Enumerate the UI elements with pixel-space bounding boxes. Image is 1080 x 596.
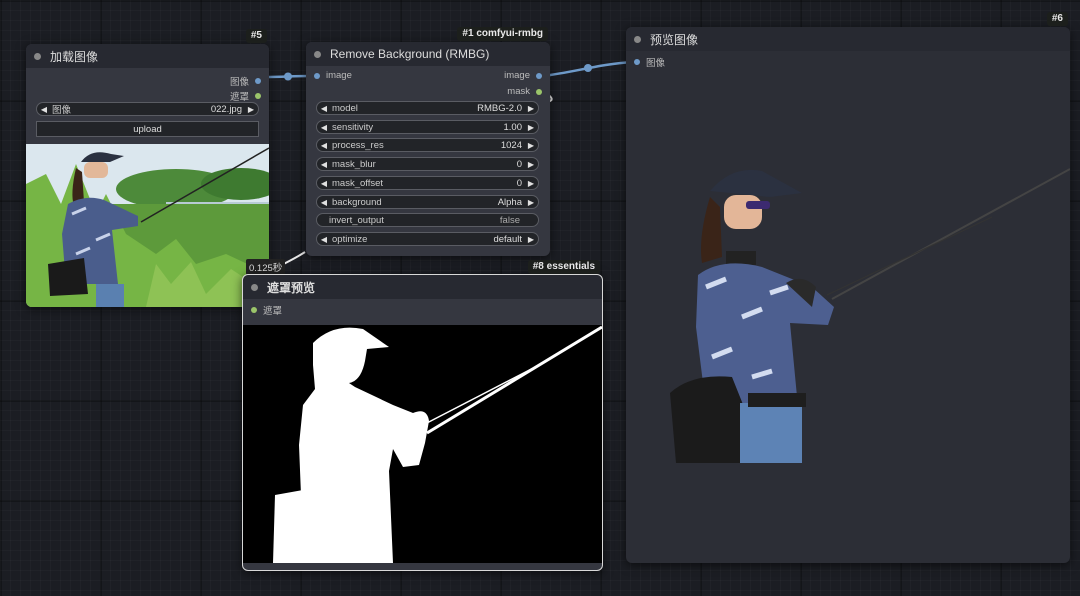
widget-label: optimize [332,233,368,245]
widget-optimize[interactable]: ◀ optimize default ▶ [316,232,539,246]
arrow-left-icon[interactable]: ◀ [317,179,331,188]
collapse-dot-icon[interactable] [634,35,641,43]
preview-result-image [662,167,1070,467]
slot-dot-icon[interactable] [251,307,257,313]
widget-mask-blur[interactable]: ◀ mask_blur 0 ▶ [316,157,539,171]
node-title: 遮罩预览 [267,280,316,295]
widget-label: mask_offset [332,177,384,189]
link-midpoint [284,72,292,81]
collapse-dot-icon[interactable] [314,50,321,58]
node-title: 加载图像 [50,49,99,64]
widget-value: Alpha [497,196,522,208]
widget-label: invert_output [329,214,384,226]
arrow-right-icon[interactable]: ▶ [524,198,538,207]
node-load-image[interactable]: #5 加载图像 图像 遮罩 ◀ 图像 022.jpg ▶ upload [26,29,269,307]
node-preview-image[interactable]: #6 预览图像 图像 [626,12,1070,563]
arrow-right-icon[interactable]: ▶ [524,123,538,132]
widget-label: process_res [332,139,384,151]
image-combo-widget[interactable]: ◀ 图像 022.jpg ▶ [36,102,259,116]
execution-time-label: 0.125秒 [246,259,286,275]
widget-invert-output-toggle[interactable]: invert_output false [316,213,539,227]
widget-value: 1.00 [503,121,523,133]
node-badge: #6 [1046,12,1068,26]
widget-value: 022.jpg [210,103,242,115]
slot-label: image [326,70,352,81]
widget-value: false [499,214,520,226]
widget-background[interactable]: ◀ background Alpha ▶ [316,195,539,209]
output-slot-mask[interactable]: mask [306,84,550,100]
arrow-right-icon[interactable]: ▶ [524,104,538,113]
widget-value: 0 [516,158,522,170]
arrow-left-icon[interactable]: ◀ [317,198,331,207]
arrow-left-icon[interactable]: ◀ [317,160,331,169]
widget-label: sensitivity [332,121,374,133]
collapse-dot-icon[interactable] [251,283,258,291]
node-header[interactable]: Remove Background (RMBG) [306,42,550,66]
arrow-right-icon[interactable]: ▶ [524,235,538,244]
widget-process-res[interactable]: ◀ process_res 1024 ▶ [316,138,539,152]
upload-button[interactable]: upload [36,121,259,137]
arrow-left-icon[interactable]: ◀ [317,123,331,132]
node-header[interactable]: 加载图像 [26,44,269,68]
slot-label: image [504,70,530,81]
link-rmbg-to-preview [542,60,634,78]
loaded-image-preview [26,144,269,307]
widget-mask-offset[interactable]: ◀ mask_offset 0 ▶ [316,176,539,190]
slot-label: 遮罩 [263,306,283,317]
widget-value: default [493,233,522,245]
widget-label: mask_blur [332,158,376,170]
node-mask-preview[interactable]: #8 essentials 遮罩预览 遮罩 [242,260,603,571]
slot-dot-icon[interactable] [314,72,320,79]
input-slot-image[interactable]: 图像 [626,53,1070,69]
node-header[interactable]: 预览图像 [626,27,1070,51]
arrow-right-icon[interactable]: ▶ [524,179,538,188]
link-load-to-rmbg [263,74,313,79]
arrow-left-icon[interactable]: ◀ [317,235,331,244]
widget-model[interactable]: ◀ model RMBG-2.0 ▶ [316,101,539,115]
input-slot-mask[interactable]: 遮罩 [243,301,602,317]
widget-label: background [332,196,382,208]
arrow-left-icon[interactable]: ◀ [37,105,51,114]
slot-label: 图像 [646,58,666,69]
slot-dot-icon[interactable] [255,78,261,84]
node-title: 预览图像 [650,32,699,47]
slot-dot-icon[interactable] [634,59,640,65]
output-slot-image[interactable]: 图像 [26,72,269,88]
slot-dot-icon[interactable] [536,72,542,79]
arrow-right-icon[interactable]: ▶ [524,141,538,150]
node-badge: #1 comfyui-rmbg [457,27,548,41]
arrow-left-icon[interactable]: ◀ [317,141,331,150]
arrow-left-icon[interactable]: ◀ [317,104,331,113]
widget-label: model [332,102,358,114]
node-header[interactable]: 遮罩预览 [243,275,602,299]
widget-value: 1024 [500,139,522,151]
widget-sensitivity[interactable]: ◀ sensitivity 1.00 ▶ [316,120,539,134]
mask-preview-image [243,325,602,563]
slot-label: 遮罩 [229,92,249,103]
link-midpoint [584,64,592,72]
node-title: Remove Background (RMBG) [330,47,490,61]
node-remove-background[interactable]: #1 comfyui-rmbg Remove Background (RMBG)… [306,27,550,256]
node-badge: #8 essentials [527,260,600,274]
arrow-right-icon[interactable]: ▶ [524,160,538,169]
node-badge: #5 [245,29,267,43]
output-slot-mask[interactable]: 遮罩 [26,87,269,103]
slot-label: mask [507,86,530,97]
slot-dot-icon[interactable] [255,93,261,99]
widget-value: 0 [516,177,522,189]
arrow-right-icon[interactable]: ▶ [244,105,258,114]
io-slot-image[interactable]: image image [306,68,550,84]
widget-label: 图像 [52,105,72,116]
collapse-dot-icon[interactable] [34,52,41,60]
slot-dot-icon[interactable] [536,88,542,95]
widget-value: RMBG-2.0 [477,102,522,114]
slot-label: 图像 [229,77,249,88]
